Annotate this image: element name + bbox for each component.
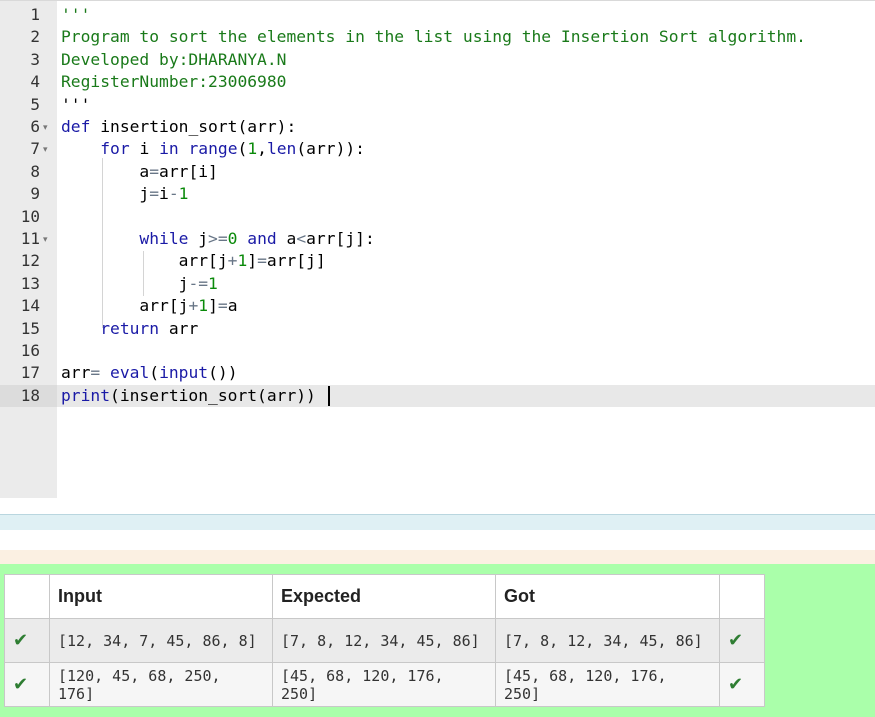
expected-cell: [7, 8, 12, 34, 45, 86] <box>272 618 496 663</box>
code-line[interactable]: 6 ▾ def insertion_sort(arr): <box>0 116 875 138</box>
code-line[interactable]: 3 Developed by:DHARANYA.N <box>0 49 875 71</box>
code-text: j=i-1 <box>61 184 189 204</box>
code-line[interactable]: 2 Program to sort the elements in the lis… <box>0 26 875 48</box>
code-text: Developed by:DHARANYA.N <box>61 49 287 69</box>
input-header: Input <box>49 574 273 619</box>
line-number: 15 <box>20 318 40 338</box>
check-icon: ✔ <box>728 630 744 651</box>
input-cell: [120, 45, 68, 250, 176] <box>49 662 273 707</box>
code-editor[interactable]: 1 ''' 2 Program to sort the elements in the… <box>0 0 875 498</box>
got-header: Got <box>495 574 720 619</box>
code-line[interactable]: 11 ▾ while j>=0 and a<arr[j]: <box>0 228 875 250</box>
table-header-row: Input Expected Got <box>4 574 765 619</box>
code-text: arr[j+1]=arr[j] <box>61 251 326 271</box>
check-icon: ✔ <box>13 674 29 695</box>
code-text: arr= eval(input()) <box>61 363 238 383</box>
status-header <box>4 574 50 619</box>
code-line[interactable]: 4 RegisterNumber:23006980 <box>0 71 875 93</box>
line-number: 5 <box>30 94 40 114</box>
text-cursor <box>328 385 330 406</box>
code-line[interactable]: 16 <box>0 340 875 362</box>
expected-header: Expected <box>272 574 496 619</box>
line-number: 11 <box>20 229 40 248</box>
code-line[interactable]: 13 j-=1 <box>0 273 875 295</box>
code-text: Program to sort the elements in the list… <box>61 27 806 47</box>
test-results-table: Input Expected Got ✔ [12, 34, 7, 45, 86,… <box>4 574 765 707</box>
code-line[interactable]: 1 ''' <box>0 4 875 26</box>
code-text: j-=1 <box>61 273 218 293</box>
table-row: ✔ [120, 45, 68, 250, 176] [45, 68, 120, … <box>4 662 765 707</box>
line-number: 4 <box>30 72 40 92</box>
fold-arrow-icon[interactable]: ▾ <box>43 138 48 160</box>
code-line[interactable]: 7 ▾ for i in range(1,len(arr)): <box>0 138 875 160</box>
result-cell: ✔ <box>719 662 765 707</box>
code-text: while j>=0 and a<arr[j]: <box>139 229 375 248</box>
code-text: a=arr[i] <box>61 161 218 181</box>
code-line[interactable]: 18 print(insertion_sort(arr)) <box>0 384 875 408</box>
line-number: 1 <box>30 5 40 24</box>
code-text: ''' <box>61 94 91 114</box>
code-line[interactable]: 14 arr[j+1]=a <box>0 295 875 317</box>
line-number: 13 <box>20 273 40 293</box>
test-results-panel: Input Expected Got ✔ [12, 34, 7, 45, 86,… <box>0 564 875 717</box>
status-cell: ✔ <box>4 618 50 663</box>
line-number: 16 <box>20 341 40 360</box>
code-line[interactable]: 17 arr= eval(input()) <box>0 362 875 384</box>
line-number: 3 <box>30 49 40 69</box>
feedback-strip <box>0 550 875 564</box>
line-number: 10 <box>20 206 40 226</box>
code-text: return arr <box>100 318 199 338</box>
line-number: 14 <box>20 296 40 316</box>
got-cell: [45, 68, 120, 176, 250] <box>495 662 720 707</box>
check-icon: ✔ <box>13 630 29 651</box>
code-text: RegisterNumber:23006980 <box>61 72 287 92</box>
code-line[interactable]: 12 arr[j+1]=arr[j] <box>0 250 875 272</box>
code-text: ''' <box>61 5 91 24</box>
line-number: 6 <box>30 117 40 136</box>
code-text: arr[j+1]=a <box>61 296 238 316</box>
line-number: 17 <box>20 363 40 383</box>
line-number: 18 <box>20 385 40 405</box>
code-line[interactable]: 5 ''' <box>0 94 875 116</box>
fold-arrow-icon[interactable]: ▾ <box>43 116 48 138</box>
result-cell: ✔ <box>719 618 765 663</box>
got-cell: [7, 8, 12, 34, 45, 86] <box>495 618 720 663</box>
code-text: print(insertion_sort(arr)) <box>61 385 316 405</box>
input-cell: [12, 34, 7, 45, 86, 8] <box>49 618 273 663</box>
code-text: for i in range(1,len(arr)): <box>100 139 365 159</box>
code-line[interactable]: 10 <box>0 206 875 228</box>
output-header-strip <box>0 514 875 530</box>
table-row: ✔ [12, 34, 7, 45, 86, 8] [7, 8, 12, 34, … <box>4 618 765 663</box>
line-number: 9 <box>30 184 40 204</box>
line-number: 8 <box>30 161 40 181</box>
code-line[interactable]: 15 return arr <box>0 318 875 340</box>
line-number: 7 <box>30 139 40 159</box>
result-header <box>719 574 765 619</box>
status-cell: ✔ <box>4 662 50 707</box>
expected-cell: [45, 68, 120, 176, 250] <box>272 662 496 707</box>
check-icon: ✔ <box>728 674 744 695</box>
line-number: 2 <box>30 27 40 47</box>
code-line[interactable]: 9 j=i-1 <box>0 183 875 205</box>
code-line[interactable]: 8 a=arr[i] <box>0 161 875 183</box>
line-number: 12 <box>20 251 40 271</box>
fold-arrow-icon[interactable]: ▾ <box>43 228 48 250</box>
code-text: def insertion_sort(arr): <box>61 117 297 136</box>
